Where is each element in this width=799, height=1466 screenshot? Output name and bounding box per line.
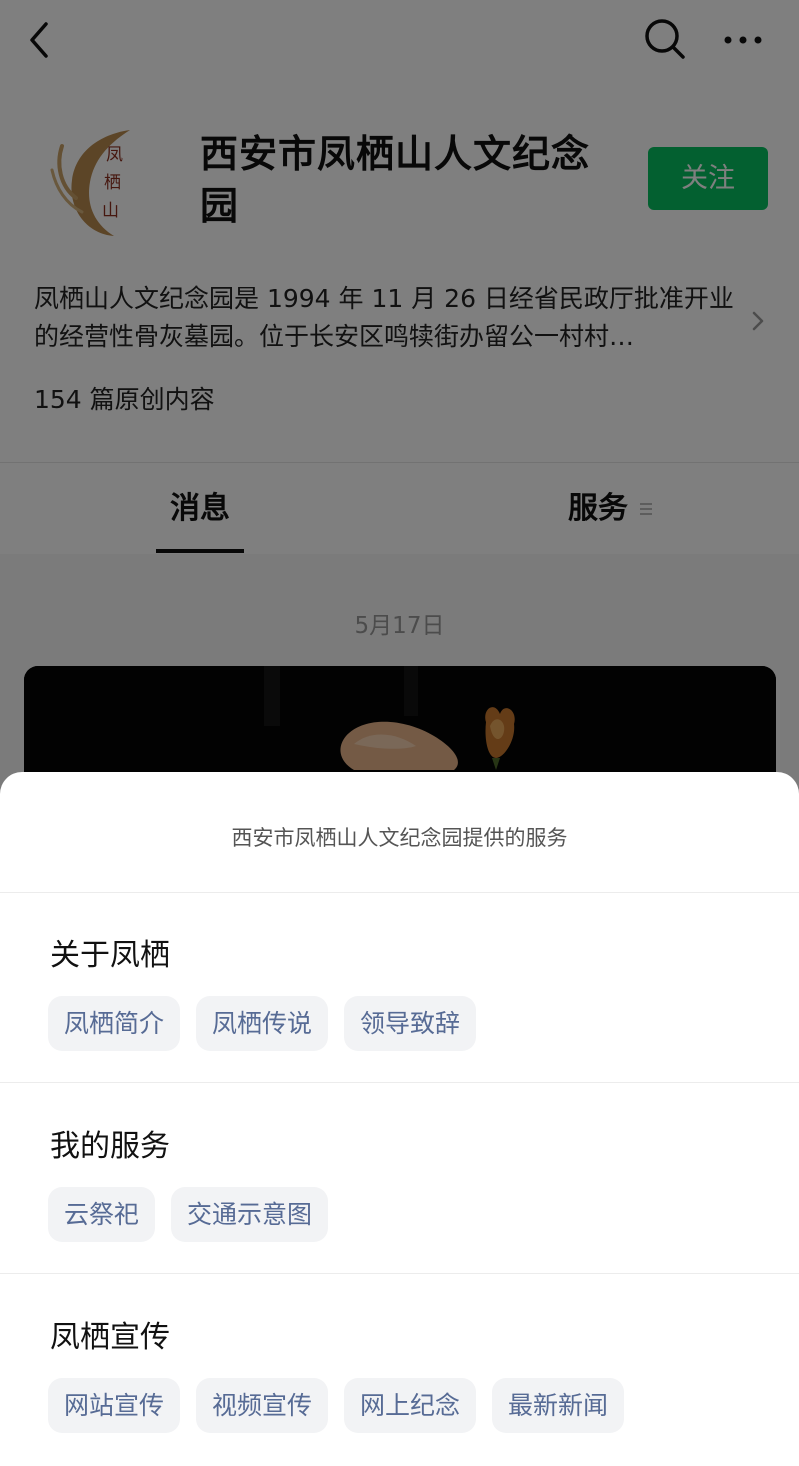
service-group-about: 关于凤栖 凤栖简介 凤栖传说 领导致辞 <box>0 892 799 1082</box>
service-chip[interactable]: 最新新闻 <box>492 1378 625 1433</box>
service-chip[interactable]: 网站宣传 <box>48 1378 181 1433</box>
service-group-my-services: 我的服务 云祭祀 交通示意图 <box>0 1083 799 1273</box>
service-group-promotion: 凤栖宣传 网站宣传 视频宣传 网上纪念 最新新闻 <box>0 1274 799 1466</box>
service-chip[interactable]: 交通示意图 <box>171 1187 329 1242</box>
group-title: 凤栖宣传 <box>50 1320 170 1355</box>
service-chip[interactable]: 凤栖简介 <box>48 996 181 1051</box>
group-title: 关于凤栖 <box>50 938 170 973</box>
services-sheet: 西安市凤栖山人文纪念园提供的服务 关于凤栖 凤栖简介 凤栖传说 领导致辞 我的服… <box>0 772 799 1466</box>
service-chip[interactable]: 云祭祀 <box>48 1187 156 1242</box>
sheet-title: 西安市凤栖山人文纪念园提供的服务 <box>231 826 568 850</box>
service-chip[interactable]: 网上纪念 <box>344 1378 477 1433</box>
service-chip[interactable]: 凤栖传说 <box>196 996 329 1051</box>
service-chip[interactable]: 视频宣传 <box>196 1378 329 1433</box>
group-title: 我的服务 <box>50 1129 170 1164</box>
service-chip[interactable]: 领导致辞 <box>344 996 477 1051</box>
